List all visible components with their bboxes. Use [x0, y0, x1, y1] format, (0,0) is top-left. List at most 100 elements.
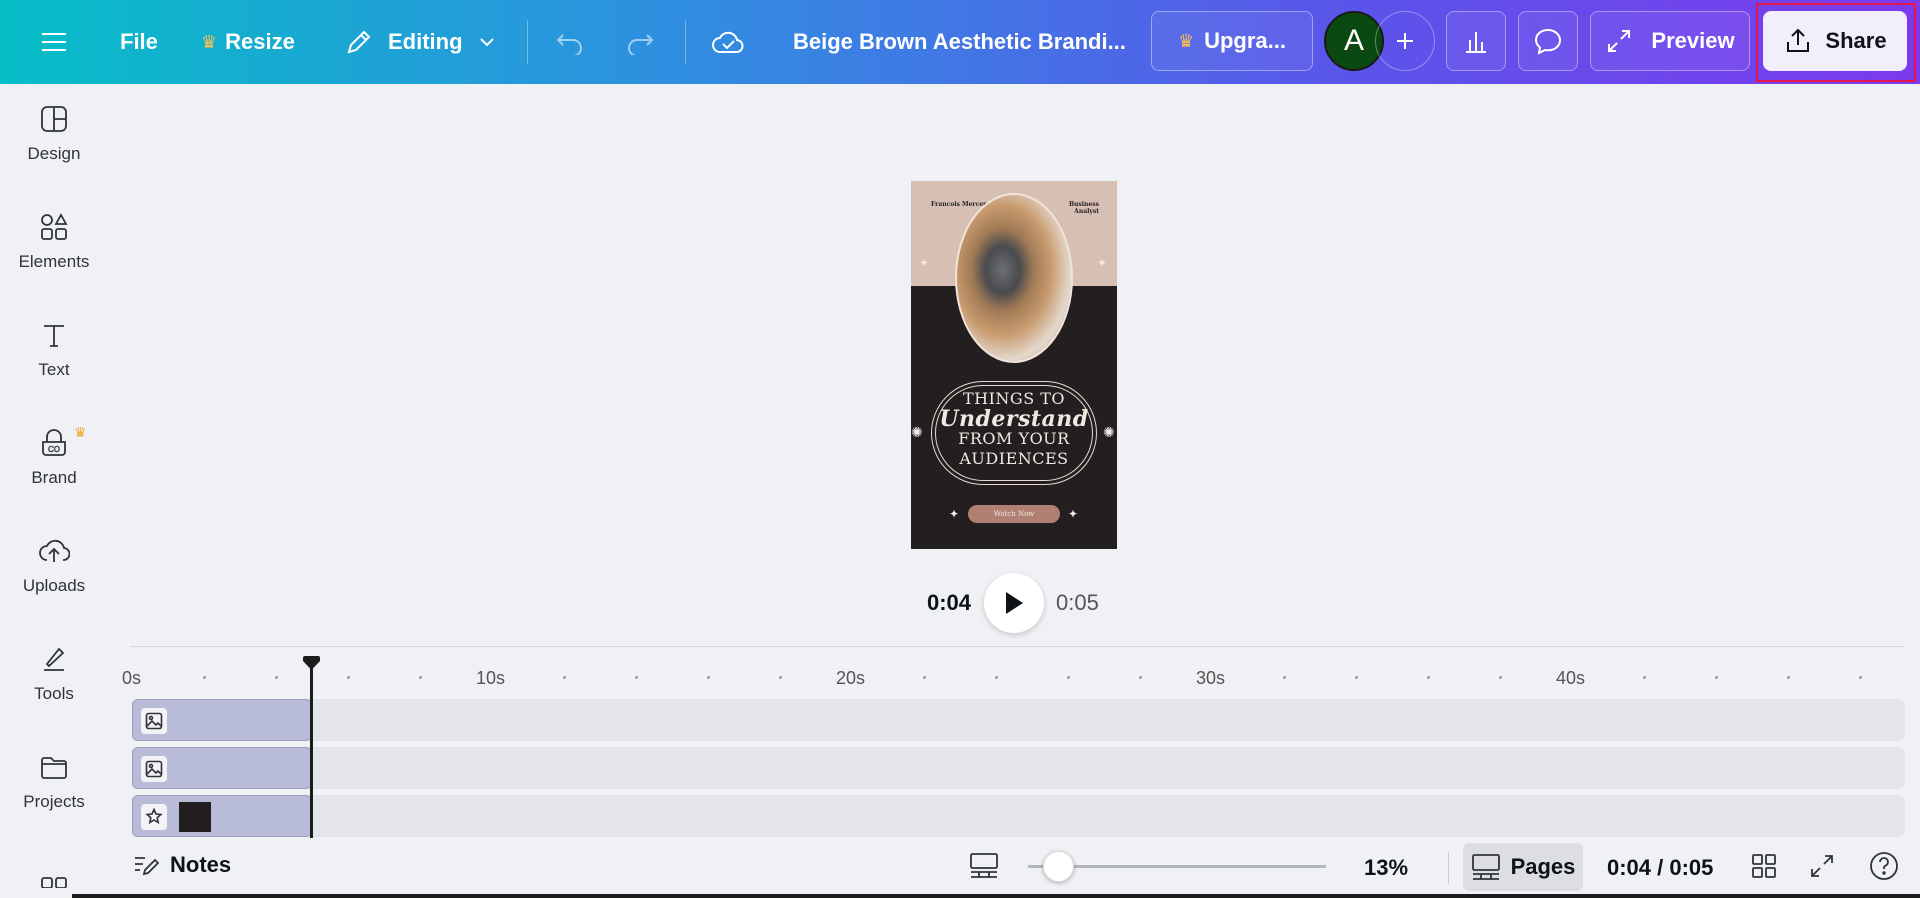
ruler-tick	[563, 676, 566, 679]
sidebar-item-elements[interactable]: Elements	[0, 192, 108, 292]
sparkle-icon: ✦	[919, 256, 930, 270]
grid-view-button[interactable]	[1750, 852, 1778, 880]
crown-icon: ♛	[74, 424, 87, 440]
timeline-clip-image[interactable]	[132, 747, 312, 789]
grid-icon	[1752, 854, 1776, 878]
divider	[527, 20, 528, 64]
timeline-track[interactable]	[132, 699, 1905, 741]
playhead-handle-icon[interactable]	[302, 655, 321, 671]
add-collaborator-button[interactable]	[1375, 11, 1435, 71]
timeline-track[interactable]	[132, 747, 1905, 789]
ruler-label: 0s	[122, 668, 142, 688]
undo-button[interactable]	[555, 0, 585, 84]
redo-button[interactable]	[625, 0, 655, 84]
insights-button[interactable]	[1446, 11, 1506, 71]
zoom-slider-thumb[interactable]	[1043, 851, 1074, 882]
sparkle-icon: ✦	[1097, 256, 1108, 270]
time-readout: 0:04 / 0:05	[1607, 855, 1714, 880]
image-icon	[141, 756, 167, 782]
plus-icon	[1397, 33, 1413, 49]
design-role-text: Business Analyst	[1068, 201, 1099, 215]
sidebar-item-brand[interactable]: CO Brand	[0, 408, 108, 508]
ruler-tick	[1283, 676, 1286, 679]
sidebar-item-tools[interactable]: Tools	[0, 624, 108, 724]
pages-button[interactable]: Pages	[1463, 843, 1583, 891]
text-icon	[44, 325, 64, 347]
design-page[interactable]: Francois Mercer Business Analyst ✦ ✦ ✺ ✺…	[911, 181, 1117, 549]
menu-button[interactable]	[40, 0, 68, 84]
timeline-track[interactable]	[132, 795, 1905, 837]
ruler-tick	[275, 676, 278, 679]
comment-icon	[1534, 28, 1562, 55]
help-icon	[1870, 852, 1898, 880]
ruler-tick	[995, 676, 998, 679]
file-menu[interactable]: File	[120, 0, 158, 84]
upgrade-button[interactable]: ♛ Upgra...	[1151, 11, 1313, 71]
ruler-tick	[1427, 676, 1430, 679]
zoom-level[interactable]: 13%	[1364, 855, 1408, 881]
save-status-button[interactable]	[711, 0, 745, 84]
ruler-label: 20s	[836, 668, 866, 688]
ruler-tick	[779, 676, 782, 679]
image-icon	[141, 708, 167, 734]
fullscreen-button[interactable]	[1808, 852, 1836, 880]
share-button[interactable]: Share	[1763, 11, 1907, 71]
ruler-tick	[1859, 676, 1862, 679]
ruler-tick	[1499, 676, 1502, 679]
play-icon	[1006, 592, 1023, 614]
ruler-tick	[1067, 676, 1070, 679]
ruler-tick	[1715, 676, 1718, 679]
preview-button[interactable]: Preview	[1590, 11, 1750, 71]
sparkle-icon: ✦	[1068, 507, 1079, 521]
design-name-text: Francois Mercer	[931, 201, 987, 208]
bar-chart-icon	[1466, 32, 1486, 53]
redo-icon	[628, 34, 654, 55]
projects-icon	[41, 757, 67, 779]
ruler-label: 10s	[476, 668, 506, 688]
sidebar-item-text[interactable]: Text	[0, 300, 108, 400]
crown-icon: ♛	[1177, 30, 1195, 51]
fullscreen-icon	[1811, 855, 1833, 877]
page-view-toggle[interactable]	[969, 850, 999, 880]
editing-dropdown[interactable]: Editing	[344, 0, 497, 84]
total-time: 0:05	[1056, 590, 1099, 615]
sparkle-icon: ✦	[949, 507, 960, 521]
timeline-clip-elements[interactable]	[132, 795, 312, 837]
ruler-tick	[1355, 676, 1358, 679]
design-icon	[41, 106, 67, 132]
comments-button[interactable]	[1518, 11, 1578, 71]
sidebar-item-uploads[interactable]: Uploads	[0, 516, 108, 616]
crown-icon: ♛	[201, 31, 218, 52]
more-apps-icon[interactable]	[40, 876, 68, 888]
divider	[685, 20, 686, 64]
filmstrip-icon	[970, 853, 998, 878]
cloud-check-icon	[712, 31, 744, 53]
playhead[interactable]	[310, 664, 313, 838]
notes-button[interactable]: Notes	[132, 852, 231, 878]
sidebar-item-projects[interactable]: Projects	[0, 732, 108, 832]
design-title[interactable]: Beige Brown Aesthetic Brandi...	[793, 0, 1126, 84]
help-button[interactable]	[1868, 850, 1900, 882]
play-button[interactable]	[984, 573, 1044, 633]
ruler-tick	[1139, 676, 1142, 679]
tools-icon	[44, 647, 65, 671]
design-photo	[955, 193, 1073, 363]
brand-icon: CO	[42, 429, 66, 456]
timeline-clip-image[interactable]	[132, 699, 312, 741]
ruler-tick	[1643, 676, 1646, 679]
notes-icon	[135, 857, 160, 876]
resize-button[interactable]: ♛ Resize	[201, 0, 295, 84]
share-upload-icon	[1787, 28, 1810, 52]
ruler-tick	[923, 676, 926, 679]
expand-icon	[1608, 30, 1631, 52]
ruler-tick	[635, 676, 638, 679]
shapes-icon	[141, 804, 167, 830]
top-bar: File ♛ Resize Editing Beige Brown Aesthe…	[0, 0, 1920, 84]
uploads-icon	[39, 539, 70, 562]
window-edge	[72, 894, 1920, 898]
divider	[1448, 852, 1449, 884]
ruler-tick	[347, 676, 350, 679]
svg-text:CO: CO	[48, 445, 60, 454]
sidebar-item-design[interactable]: Design	[0, 84, 108, 184]
ruler-tick	[1787, 676, 1790, 679]
